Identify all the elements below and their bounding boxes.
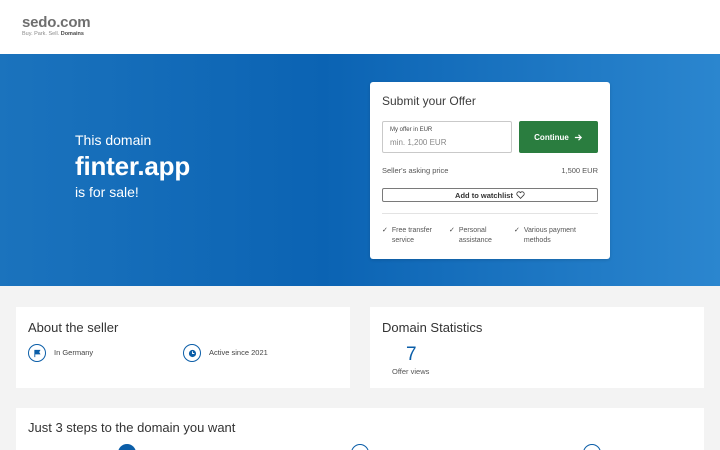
watchlist-label: Add to watchlist [455,190,513,200]
offer-views-count: 7 [406,344,417,365]
seller-active-since: Active since 2021 [209,348,268,357]
hero-banner: This domain finter.app is for sale! Subm… [0,54,720,286]
clock-icon [183,344,201,362]
step-2-icon [351,444,369,450]
logo-text: sedo.com [22,14,91,31]
stats-title: Domain Statistics [382,320,483,335]
continue-button[interactable]: Continue [519,121,598,153]
heart-icon [516,191,525,199]
offer-divider [382,213,598,214]
offer-views-label: Offer views [392,367,430,376]
check-icon: ✓ [382,227,388,234]
hero-intro: This domain [75,132,152,148]
domain-name: finter.app [75,151,191,181]
steps-card: Just 3 steps to the domain you want [16,408,704,450]
seller-card: About the seller In Germany Active since… [16,307,350,388]
domain-stats-card: Domain Statistics 7 Offer views [370,307,704,388]
offer-input[interactable]: My offer in EUR min. 1,200 EUR [382,121,512,153]
continue-label: Continue [534,132,569,142]
check-icon: ✓ [449,227,455,234]
seller-location: In Germany [54,348,94,357]
offer-title: Submit your Offer [382,94,476,108]
offer-card: Submit your Offer My offer in EUR min. 1… [370,82,610,259]
offer-input-label: My offer in EUR [390,127,433,133]
steps-title: Just 3 steps to the domain you want [28,420,236,435]
arrow-right-icon [574,133,582,141]
logo-tagline: Buy. Park. Sell. Domains [22,31,84,37]
sedo-logo[interactable]: sedo.com Buy. Park. Sell. Domains [22,14,91,38]
add-to-watchlist-button[interactable]: Add to watchlist [382,188,598,202]
offer-input-placeholder: min. 1,200 EUR [390,138,447,147]
asking-price-label: Seller's asking price [382,166,449,175]
seller-title: About the seller [28,320,119,335]
step-1-icon [118,444,136,450]
check-icon: ✓ [514,227,520,234]
feature-personal-assistance: ✓ Personal assistance [449,227,492,244]
flag-icon [28,344,46,362]
feature-payment-methods: ✓ Various payment methods [514,227,576,244]
hero-text: This domain finter.app is for sale! [75,131,190,201]
feature-free-transfer: ✓ Free transfer service [382,227,432,244]
hero-outro: is for sale! [75,184,139,200]
step-3-icon [583,444,601,450]
top-header: sedo.com Buy. Park. Sell. Domains [0,0,720,54]
asking-price-value: 1,500 EUR [561,166,598,175]
